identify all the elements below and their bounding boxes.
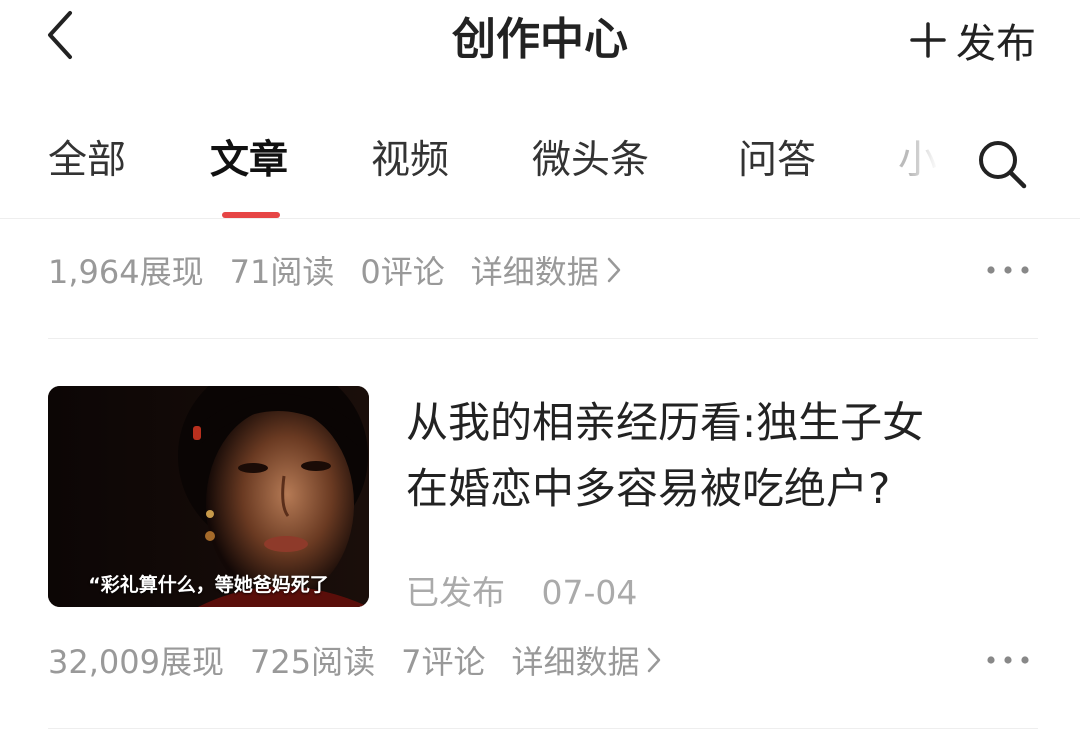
thumbnail-caption: “彩礼算什么，等她爸妈死了 [88, 574, 329, 596]
more-options-button[interactable] [978, 635, 1038, 685]
divider [48, 338, 1038, 339]
detail-data-link[interactable]: 详细数据 [511, 637, 661, 683]
tab-all[interactable]: 全部 [48, 136, 126, 186]
article-card[interactable]: “彩礼算什么，等她爸妈死了 从我的相亲经历看:独生子女 在婚恋中多容易被吃绝户?… [48, 386, 1038, 612]
publish-label: 发布 [956, 21, 1036, 67]
impressions-count: 1,964展现 [48, 253, 204, 291]
chevron-left-icon [48, 11, 72, 59]
stats-row-article: 32,009展现 725阅读 7评论 详细数据 [48, 635, 1038, 685]
tab-videos[interactable]: 视频 [371, 136, 449, 186]
more-options-button[interactable] [978, 245, 1038, 295]
creator-center-page: 创作中心 发布 全部 文章 视频 微头条 问答 小 1,964展现 71阅读 0… [0, 0, 1080, 733]
tab-micro-posts[interactable]: 微头条 [532, 136, 649, 186]
stats-row-previous: 1,964展现 71阅读 0评论 详细数据 [48, 245, 1038, 295]
reads-count: 71阅读 [229, 253, 335, 291]
detail-data-label: 详细数据 [511, 643, 640, 681]
comments-count: 0评论 [360, 253, 445, 291]
impressions-count: 32,009展现 [48, 643, 224, 681]
article-title-line1: 从我的相亲经历看:独生子女 [406, 398, 925, 447]
active-tab-indicator [222, 212, 280, 218]
tab-overflow-partial[interactable]: 小 [898, 136, 938, 186]
article-meta: 已发布 07-04 [406, 566, 637, 614]
publish-button[interactable]: 发布 [908, 12, 1036, 68]
more-dots-icon [987, 656, 1029, 664]
chevron-right-icon [647, 647, 661, 673]
comments-count: 7评论 [401, 643, 486, 681]
article-thumbnail: “彩礼算什么，等她爸妈死了 [48, 386, 369, 607]
back-button[interactable] [30, 5, 90, 65]
search-button[interactable] [972, 134, 1032, 194]
tab-qa[interactable]: 问答 [738, 136, 816, 186]
article-title-line2: 在婚恋中多容易被吃绝户? [406, 464, 891, 513]
chevron-right-icon [607, 257, 621, 283]
plus-icon [908, 20, 948, 60]
header-bar: 创作中心 发布 [0, 0, 1080, 80]
detail-data-label: 详细数据 [470, 253, 599, 291]
publish-status: 已发布 [406, 573, 505, 612]
publish-date: 07-04 [541, 573, 638, 612]
search-icon [979, 141, 1027, 189]
reads-count: 725阅读 [249, 643, 376, 681]
detail-data-link[interactable]: 详细数据 [471, 247, 621, 293]
divider [48, 728, 1038, 729]
category-tabs: 全部 文章 视频 微头条 问答 小 [0, 112, 1080, 219]
article-title: 从我的相亲经历看:独生子女 在婚恋中多容易被吃绝户? [406, 390, 1026, 522]
more-dots-icon [987, 266, 1029, 274]
tab-articles[interactable]: 文章 [210, 136, 288, 186]
